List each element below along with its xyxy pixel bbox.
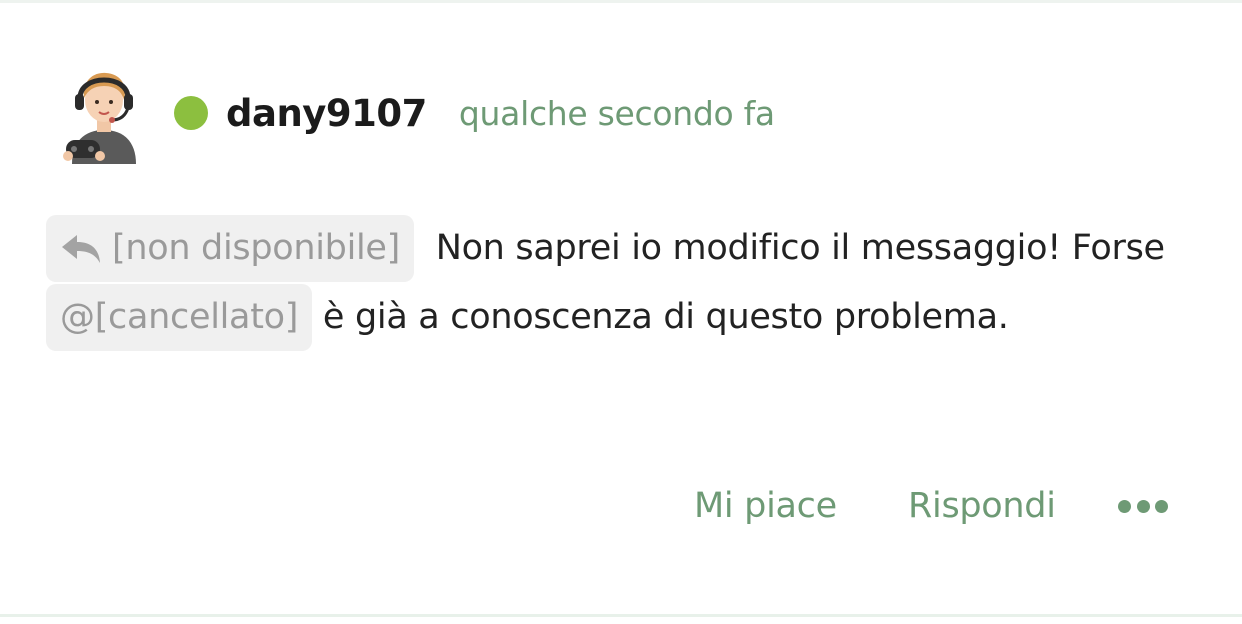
message-text-part2: è già a conoscenza di questo problema.	[322, 297, 1009, 337]
comment-card: dany9107 qualche secondo fa [non disponi…	[0, 0, 1242, 624]
online-status-dot	[174, 96, 208, 130]
top-divider	[0, 0, 1242, 3]
more-dot	[1155, 499, 1168, 513]
gamer-headset-avatar-icon[interactable]	[58, 64, 150, 164]
more-dot	[1118, 499, 1131, 513]
comment-header: dany9107 qualche secondo fa	[174, 85, 775, 141]
more-dots-icon[interactable]	[1118, 494, 1168, 518]
reply-to-label: [non disponibile]	[112, 228, 401, 268]
reply-arrow-icon	[62, 235, 100, 263]
reply-button[interactable]: Rispondi	[908, 478, 1056, 534]
reply-to-chip[interactable]: [non disponibile]	[46, 215, 415, 282]
post-timestamp[interactable]: qualche secondo fa	[459, 94, 775, 133]
bottom-divider	[0, 614, 1242, 617]
username-link[interactable]: dany9107	[226, 92, 427, 135]
more-dot	[1136, 499, 1150, 513]
like-button[interactable]: Mi piace	[694, 478, 837, 534]
comment-actions: Mi piace Rispondi	[0, 478, 1242, 534]
message-text-part1: Non saprei io modifico il messaggio! For…	[435, 228, 1165, 268]
mention-chip[interactable]: @[cancellato]	[46, 284, 313, 351]
comment-body: [non disponibile] Non saprei io modifico…	[46, 214, 1206, 352]
